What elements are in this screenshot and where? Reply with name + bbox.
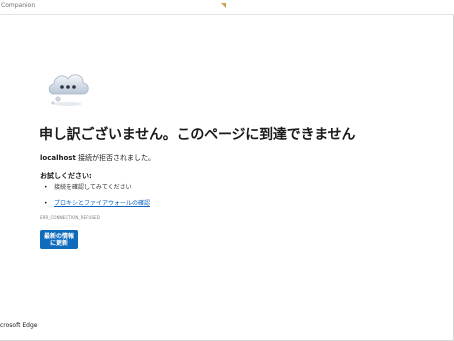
suggestion-check-connection: 接続を確認してみてください (54, 184, 132, 191)
suggestion-item: • プロキシとファイアウォールの確認 (44, 200, 150, 216)
title-bar: Companion (0, 0, 454, 15)
window-title: Companion (1, 2, 36, 9)
error-host: localhost (40, 154, 76, 162)
suggestion-list: • 接続を確認してみてください • プロキシとファイアウォールの確認 (44, 184, 150, 216)
bullet-icon: • (44, 200, 48, 207)
try-label: お試しください: (40, 172, 92, 180)
error-code: ERR_CONNECTION_REFUSED (40, 215, 100, 220)
suggestion-item: • 接続を確認してみてください (44, 184, 150, 200)
tab-marker-icon (221, 3, 226, 8)
error-message: localhost 接続が拒否されました。 (40, 153, 155, 163)
browser-window: Companion 申し訳ございません。このページに到達できません localh… (0, 0, 454, 341)
error-headline: 申し訳ございません。このページに到達できません (39, 127, 356, 143)
refresh-button[interactable]: 最新の情報に更新 (40, 230, 78, 249)
brand-label: crosoft Edge (0, 322, 38, 329)
error-message-text: 接続が拒否されました。 (75, 154, 156, 162)
proxy-firewall-link[interactable]: プロキシとファイアウォールの確認 (54, 200, 150, 207)
bullet-icon: • (44, 184, 48, 191)
cloud-with-dots-icon (48, 74, 89, 106)
